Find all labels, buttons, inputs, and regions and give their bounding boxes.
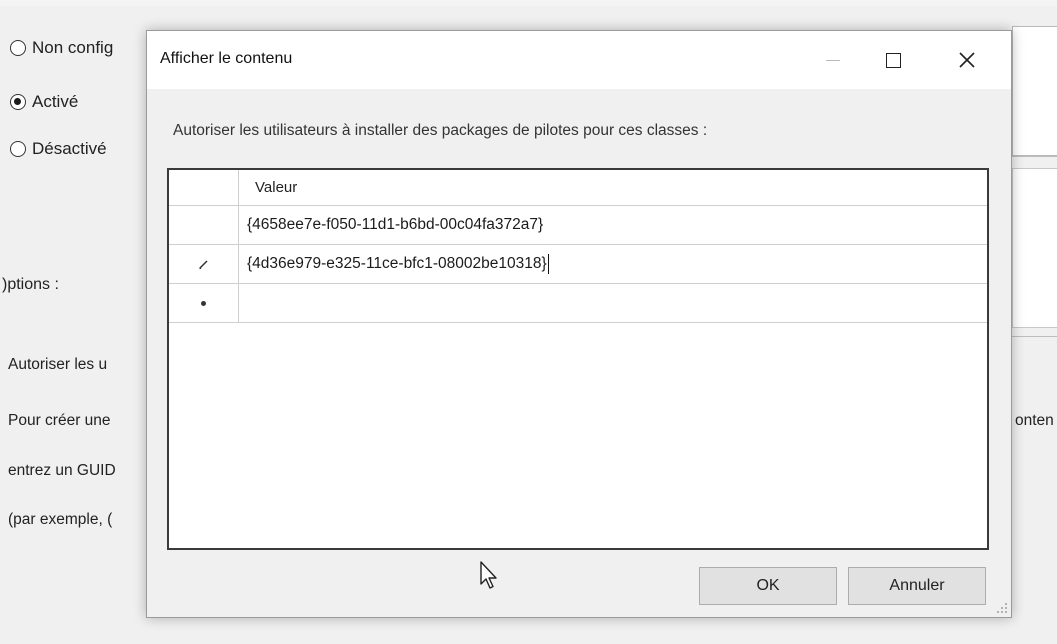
radio-label: Activé — [32, 92, 79, 111]
maximize-icon — [885, 52, 901, 68]
minimize-button[interactable] — [803, 31, 863, 89]
radio-label: Désactivé — [32, 139, 107, 158]
radio-circle — [10, 141, 26, 157]
radio-not-configured[interactable]: Non config — [10, 38, 113, 58]
value-cell[interactable]: {4658ee7e-f050-11d1-b6bd-00c04fa372a7} — [239, 206, 987, 244]
maximize-button[interactable] — [863, 31, 923, 89]
resize-grip-icon[interactable] — [996, 602, 1008, 614]
value-cell-editing[interactable]: {4d36e979-e325-11ce-bfc1-08002be10318} — [239, 245, 987, 283]
help-line-1: Autoriser les u — [8, 356, 108, 373]
radio-enabled[interactable]: Activé — [10, 92, 78, 112]
pencil-icon — [198, 260, 208, 270]
radio-circle — [10, 40, 26, 56]
close-button[interactable] — [937, 31, 997, 89]
dialog-title: Afficher le contenu — [160, 50, 293, 67]
radio-circle-checked — [10, 94, 26, 110]
supported-box-edge — [1012, 168, 1057, 328]
radio-label: Non config — [32, 38, 114, 57]
comment-box-edge — [1012, 26, 1057, 156]
table-row-new[interactable] — [169, 284, 987, 323]
top-band — [0, 0, 1057, 6]
row-header[interactable] — [169, 245, 239, 283]
help-right-fragment: onten — [1015, 412, 1054, 429]
table-row[interactable]: {4658ee7e-f050-11d1-b6bd-00c04fa372a7} — [169, 206, 987, 245]
dialog-prompt: Autoriser les utilisateurs à installer d… — [173, 122, 708, 139]
value-cell-empty[interactable] — [239, 284, 987, 322]
values-grid[interactable]: Valeur {4658ee7e-f050-11d1-b6bd-00c04fa3… — [167, 168, 989, 589]
column-header-value[interactable]: Valeur — [239, 170, 987, 205]
radio-disabled[interactable]: Désactivé — [10, 139, 107, 159]
divider — [1012, 156, 1057, 157]
new-row-icon — [201, 300, 206, 306]
value-text: {4d36e979-e325-11ce-bfc1-08002be10318} — [247, 255, 547, 272]
options-label: )ptions : — [2, 276, 59, 293]
divider — [1012, 336, 1057, 337]
minimize-icon — [826, 59, 840, 61]
show-contents-dialog: Afficher le contenu Autoriser les utilis… — [146, 30, 1012, 618]
help-line-3: entrez un GUID — [8, 462, 116, 479]
grid-header-row: Valeur — [169, 170, 987, 206]
cancel-button[interactable]: Annuler — [848, 567, 986, 605]
row-header[interactable] — [169, 206, 239, 244]
mouse-pointer-icon — [480, 561, 497, 589]
close-icon — [959, 52, 975, 68]
table-row-editing[interactable]: {4d36e979-e325-11ce-bfc1-08002be10318} — [169, 245, 987, 284]
help-line-2: Pour créer une — [8, 412, 111, 429]
text-caret — [547, 254, 549, 274]
ok-button[interactable]: OK — [699, 567, 837, 605]
row-header[interactable] — [169, 284, 239, 322]
help-line-4: (par exemple, ( — [8, 511, 113, 528]
corner-header — [169, 170, 239, 205]
dialog-titlebar[interactable]: Afficher le contenu — [147, 31, 1011, 89]
